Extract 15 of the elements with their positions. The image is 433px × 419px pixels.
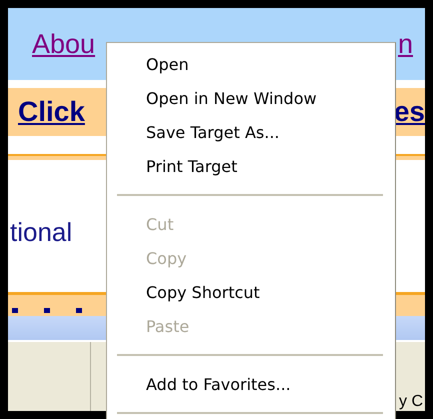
menu-item[interactable]: Add to Favorites... xyxy=(109,367,393,401)
menu-item[interactable]: Save Target As... xyxy=(109,115,393,149)
body-text: tional xyxy=(10,216,72,248)
heading-link[interactable]: Abou xyxy=(32,28,96,60)
menu-item[interactable]: Open in New Window xyxy=(109,81,393,115)
bullet-icon xyxy=(44,308,50,313)
banner-link[interactable]: Click xyxy=(18,96,85,128)
menu-item[interactable]: Print Target xyxy=(109,149,393,183)
heading-link[interactable]: n xyxy=(398,28,413,60)
bullet-icon xyxy=(76,308,82,313)
bullet-icon xyxy=(12,308,18,313)
status-text: y C xyxy=(399,393,423,411)
menu-item[interactable]: Copy Shortcut xyxy=(109,275,393,309)
banner-link[interactable]: es xyxy=(394,96,425,128)
menu-item[interactable]: Open xyxy=(109,47,393,81)
